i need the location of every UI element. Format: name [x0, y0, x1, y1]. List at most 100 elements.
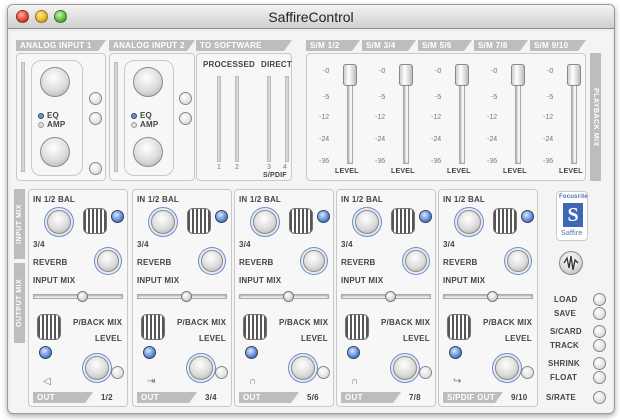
- scale-tick: -0: [379, 68, 386, 75]
- float-label: FLOAT: [550, 373, 578, 382]
- input-balance-knob[interactable]: [47, 210, 71, 234]
- reverb-knob[interactable]: [97, 250, 119, 272]
- input-mix-slider-handle[interactable]: [487, 291, 498, 302]
- eq-knob[interactable]: [40, 137, 70, 167]
- playback-mix-fader[interactable]: [37, 314, 61, 340]
- link-button[interactable]: [111, 210, 124, 223]
- output-level-knob[interactable]: [189, 356, 213, 380]
- reverb-knob[interactable]: [201, 250, 223, 272]
- input-balance-knob[interactable]: [457, 210, 481, 234]
- scale-tick: -0: [323, 68, 330, 75]
- link-button[interactable]: [215, 210, 228, 223]
- input-mix-fader[interactable]: [493, 208, 517, 234]
- reverb-label: REVERB: [137, 258, 172, 267]
- scale-tick: -24: [375, 136, 386, 143]
- input-mix-slider-handle[interactable]: [77, 291, 88, 302]
- dim-button[interactable]: [111, 366, 124, 379]
- mute-button[interactable]: [449, 346, 462, 359]
- input-meter: [114, 62, 118, 172]
- dim-button[interactable]: [419, 366, 432, 379]
- dim-button[interactable]: [317, 366, 330, 379]
- save-button[interactable]: [593, 307, 606, 320]
- spdif-label: S/PDIF: [263, 172, 287, 179]
- reverb-knob[interactable]: [507, 250, 529, 272]
- mute-button[interactable]: [39, 346, 52, 359]
- output-button[interactable]: [179, 92, 192, 105]
- logo-brand: Focusrite: [559, 194, 588, 200]
- input-mix-label: INPUT MIX: [137, 276, 180, 285]
- track-label: TRACK: [550, 341, 579, 350]
- input-mix-fader[interactable]: [187, 208, 211, 234]
- link-button[interactable]: [89, 112, 102, 125]
- link-button[interactable]: [419, 210, 432, 223]
- saffire-logo: Focusrite S Saffire: [556, 191, 588, 241]
- load-button[interactable]: [593, 293, 606, 306]
- level-label: LEVEL: [335, 168, 359, 175]
- pback-mix-label: P/BACK MIX: [381, 318, 431, 327]
- input-mix-slider-handle[interactable]: [181, 291, 192, 302]
- logo-product: Saffire: [561, 230, 583, 237]
- mixer-strip: IN 1/2 BAL 3/4 REVERB INPUT MIX P/BACK M…: [234, 189, 334, 407]
- fader-sm-9-10[interactable]: [567, 64, 581, 86]
- input-mix-fader[interactable]: [289, 208, 313, 234]
- load-label: LOAD: [554, 295, 578, 304]
- srate-button[interactable]: [593, 391, 606, 404]
- settings-button[interactable]: [89, 162, 102, 175]
- playback-mix-fader[interactable]: [141, 314, 165, 340]
- mute-button[interactable]: [143, 346, 156, 359]
- eq-knob[interactable]: [133, 137, 163, 167]
- link-button[interactable]: [317, 210, 330, 223]
- direct-meter-2: [285, 76, 289, 162]
- playback-mix-fader[interactable]: [447, 314, 471, 340]
- fader-sm-1-2[interactable]: [343, 64, 357, 86]
- output-level-knob[interactable]: [393, 356, 417, 380]
- shrink-button[interactable]: [593, 357, 606, 370]
- channel-tick: 3: [267, 164, 271, 171]
- waveform-icon[interactable]: [559, 251, 583, 275]
- gain-knob[interactable]: [40, 67, 70, 97]
- track-button[interactable]: [593, 339, 606, 352]
- input-mix-slider-handle[interactable]: [283, 291, 294, 302]
- scale-tick: -36: [375, 158, 386, 165]
- dim-button[interactable]: [215, 366, 228, 379]
- input-mix-fader[interactable]: [391, 208, 415, 234]
- in-bal-label: IN 1/2 BAL: [443, 195, 486, 204]
- scale-tick: -12: [319, 114, 330, 121]
- tab-sm-1-2: S/M 1/2: [306, 40, 360, 51]
- output-button[interactable]: [89, 92, 102, 105]
- tab-analog-input-1: ANALOG INPUT 1: [16, 40, 106, 51]
- link-button[interactable]: [521, 210, 534, 223]
- reverb-knob[interactable]: [405, 250, 427, 272]
- input-mix-fader[interactable]: [83, 208, 107, 234]
- input-balance-knob[interactable]: [253, 210, 277, 234]
- playback-mix-fader[interactable]: [345, 314, 369, 340]
- fader-sm-7-8[interactable]: [511, 64, 525, 86]
- srate-label: S/RATE: [546, 393, 576, 402]
- channel-tick: 2: [235, 164, 239, 171]
- gain-knob[interactable]: [133, 67, 163, 97]
- fader-sm-5-6[interactable]: [455, 64, 469, 86]
- mute-button[interactable]: [347, 346, 360, 359]
- playback-mix-fader[interactable]: [243, 314, 267, 340]
- output-label: OUT: [33, 392, 93, 403]
- link-button[interactable]: [179, 112, 192, 125]
- output-level-knob[interactable]: [495, 356, 519, 380]
- output-label: OUT: [239, 392, 299, 403]
- mixer-area: ANALOG INPUT 1 ANALOG INPUT 2 TO SOFTWAR…: [10, 31, 612, 413]
- mixer-strip: IN 1/2 BAL 3/4 REVERB INPUT MIX P/BACK M…: [336, 189, 436, 407]
- float-button[interactable]: [593, 371, 606, 384]
- reverb-knob[interactable]: [303, 250, 325, 272]
- dim-button[interactable]: [521, 366, 534, 379]
- scard-button[interactable]: [593, 325, 606, 338]
- input-balance-knob[interactable]: [355, 210, 379, 234]
- mixer-strip: IN 1/2 BAL 3/4 REVERB INPUT MIX P/BACK M…: [132, 189, 232, 407]
- input-balance-knob[interactable]: [151, 210, 175, 234]
- output-mix-label: OUTPUT MIX: [14, 263, 25, 343]
- fader-sm-3-4[interactable]: [399, 64, 413, 86]
- in-bal-label: IN 1/2 BAL: [341, 195, 384, 204]
- output-level-knob[interactable]: [291, 356, 315, 380]
- mute-button[interactable]: [245, 346, 258, 359]
- input-mix-slider-handle[interactable]: [385, 291, 396, 302]
- input-mix-label: INPUT MIX: [443, 276, 486, 285]
- output-level-knob[interactable]: [85, 356, 109, 380]
